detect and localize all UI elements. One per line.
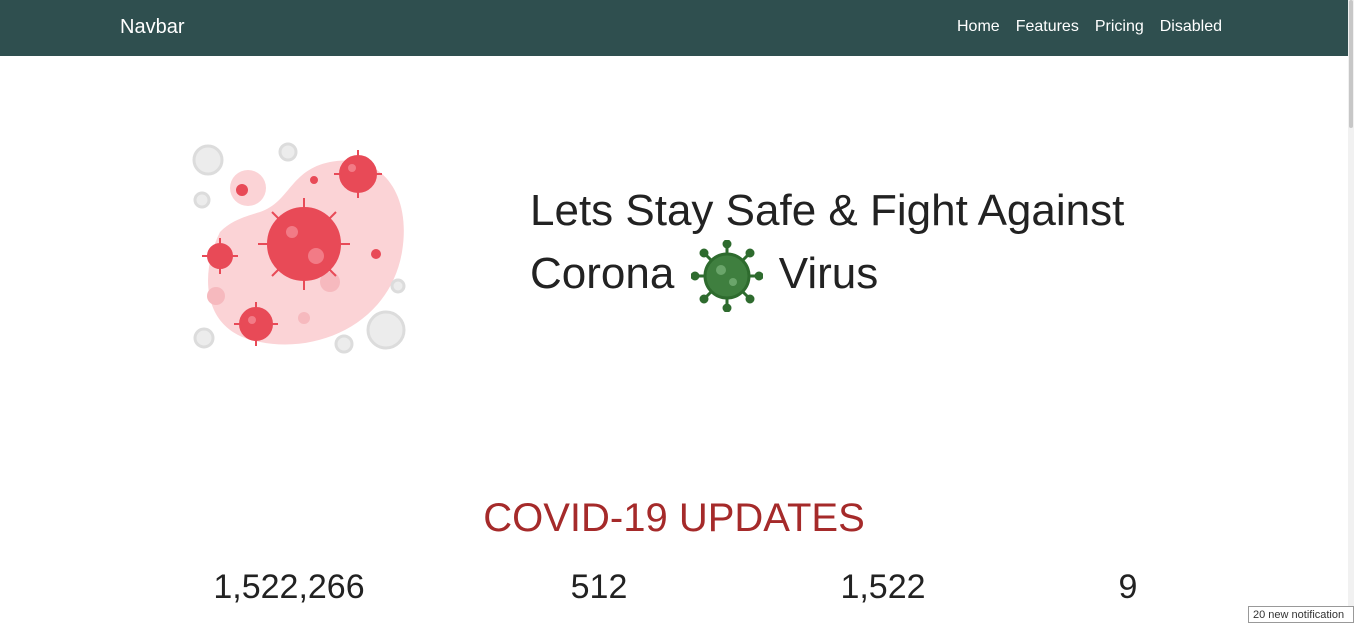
- navbar-brand[interactable]: Navbar: [120, 16, 184, 39]
- scrollbar-thumb[interactable]: [1349, 0, 1353, 128]
- nav-link-features[interactable]: Features: [1016, 18, 1079, 36]
- page-scrollbar[interactable]: [1348, 0, 1354, 623]
- virus-illustration: [180, 132, 420, 362]
- nav-links: Home Features Pricing Disabled: [957, 18, 1222, 36]
- hero-title-virus: Virus: [778, 249, 879, 298]
- stat-value: 1,522,266: [213, 568, 365, 606]
- stat-card: 1,522,266: [189, 566, 389, 608]
- stat-value: 9: [1118, 568, 1138, 606]
- hero-title-corona: Corona: [530, 249, 675, 298]
- notification-toast[interactable]: 20 new notification: [1248, 606, 1354, 623]
- covid-updates-title: COVID-19 UPDATES: [483, 496, 865, 540]
- hero-title-line1: Lets Stay Safe & Fight Against: [530, 186, 1125, 235]
- hero-title: Lets Stay Safe & Fight Against Corona Vi…: [530, 182, 1170, 313]
- stat-value: 1,522: [840, 568, 926, 606]
- stat-value: 512: [570, 568, 628, 606]
- green-virus-icon: [690, 239, 764, 313]
- navbar: Navbar Home Features Pricing Disabled: [0, 0, 1348, 56]
- stat-card: 9: [1028, 566, 1228, 608]
- stat-card: 512: [499, 566, 699, 608]
- nav-link-pricing[interactable]: Pricing: [1095, 18, 1144, 36]
- nav-link-disabled[interactable]: Disabled: [1160, 18, 1222, 36]
- nav-link-home[interactable]: Home: [957, 18, 1000, 36]
- stat-card: 1,522: [783, 566, 983, 608]
